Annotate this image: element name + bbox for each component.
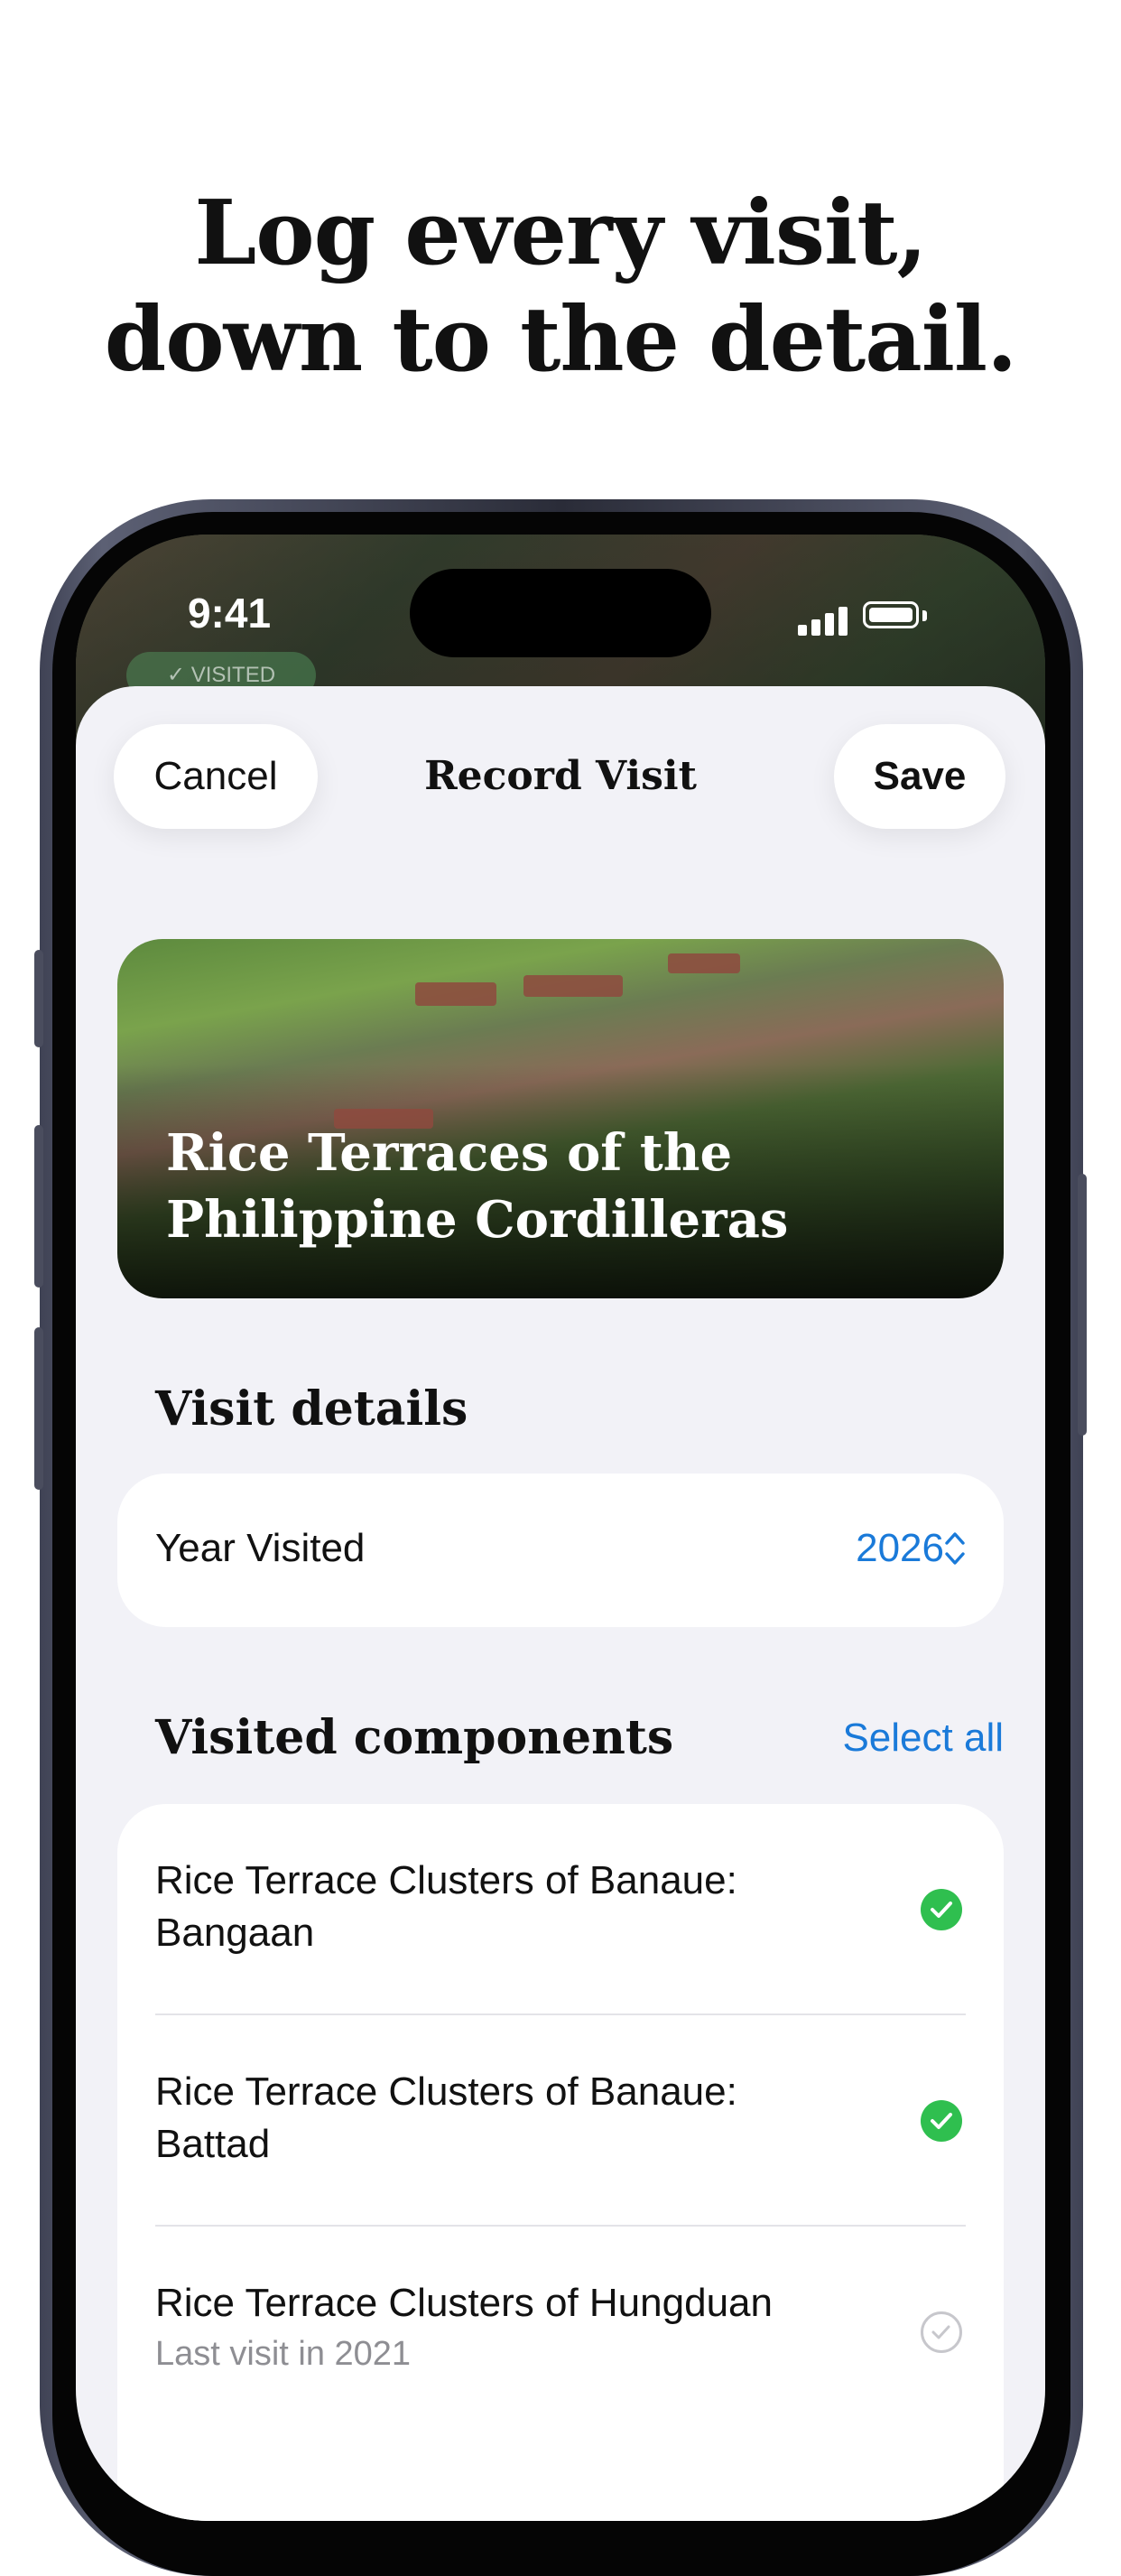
save-button[interactable]: Save [834, 724, 1005, 829]
component-name: Rice Terrace Clusters of Hungduan [155, 2281, 773, 2325]
power-button [1078, 1174, 1087, 1436]
headline-line-2: down to the detail. [104, 288, 1018, 392]
hero-rooftop [415, 982, 496, 1006]
battery-cap [922, 610, 927, 621]
component-row[interactable]: Rice Terrace Clusters of Banaue: Battad [117, 2015, 1004, 2227]
marketing-headline: Log every visit, down to the detail. [0, 181, 1121, 394]
component-last-visit: Last visit in 2021 [155, 2335, 412, 2373]
components-list: Rice Terrace Clusters of Banaue: Bangaan… [117, 1804, 1004, 2521]
year-visited-row[interactable]: Year Visited 2026 [117, 1474, 1004, 1627]
volume-down-button [34, 1327, 43, 1490]
chevron-up-down-icon [945, 1532, 965, 1565]
visit-details-heading: Visit details [155, 1381, 468, 1437]
volume-up-button [34, 1125, 43, 1288]
checkmark-filled-icon[interactable] [921, 2100, 962, 2142]
phone-screen: ✓ VISITED 9:41 Cancel Record Visit Save … [76, 535, 1045, 2521]
checkmark-empty-icon[interactable] [921, 2311, 962, 2353]
cellular-signal-icon [798, 605, 848, 636]
component-name: Rice Terrace Clusters of Banaue: Bangaan [155, 1858, 737, 1955]
hero-rooftop [668, 953, 740, 973]
headline-line-1: Log every visit, [194, 181, 927, 285]
checkmark-filled-icon[interactable] [921, 1889, 962, 1930]
record-visit-sheet: Cancel Record Visit Save Rice Terraces o… [76, 686, 1045, 2521]
site-hero-image: Rice Terraces of the Philippine Cordille… [117, 939, 1004, 1298]
action-button [34, 950, 43, 1047]
dynamic-island [410, 569, 711, 657]
visited-components-heading: Visited components [155, 1710, 674, 1765]
component-row[interactable]: Rice Terrace Clusters of Hungduan Last v… [117, 2227, 1004, 2438]
select-all-button[interactable]: Select all [842, 1716, 1004, 1761]
cancel-button[interactable]: Cancel [114, 724, 318, 829]
year-visited-label: Year Visited [155, 1526, 366, 1570]
site-name: Rice Terraces of the Philippine Cordille… [166, 1123, 789, 1250]
status-time: 9:41 [187, 590, 272, 637]
battery-icon [863, 601, 919, 628]
component-row[interactable]: Rice Terrace Clusters of Banaue: Bangaan [117, 1804, 1004, 2015]
year-visited-value[interactable]: 2026 [856, 1526, 944, 1571]
component-name: Rice Terrace Clusters of Banaue: Battad [155, 2069, 737, 2166]
sheet-title: Record Visit [424, 753, 697, 799]
hero-rooftop [523, 975, 623, 997]
